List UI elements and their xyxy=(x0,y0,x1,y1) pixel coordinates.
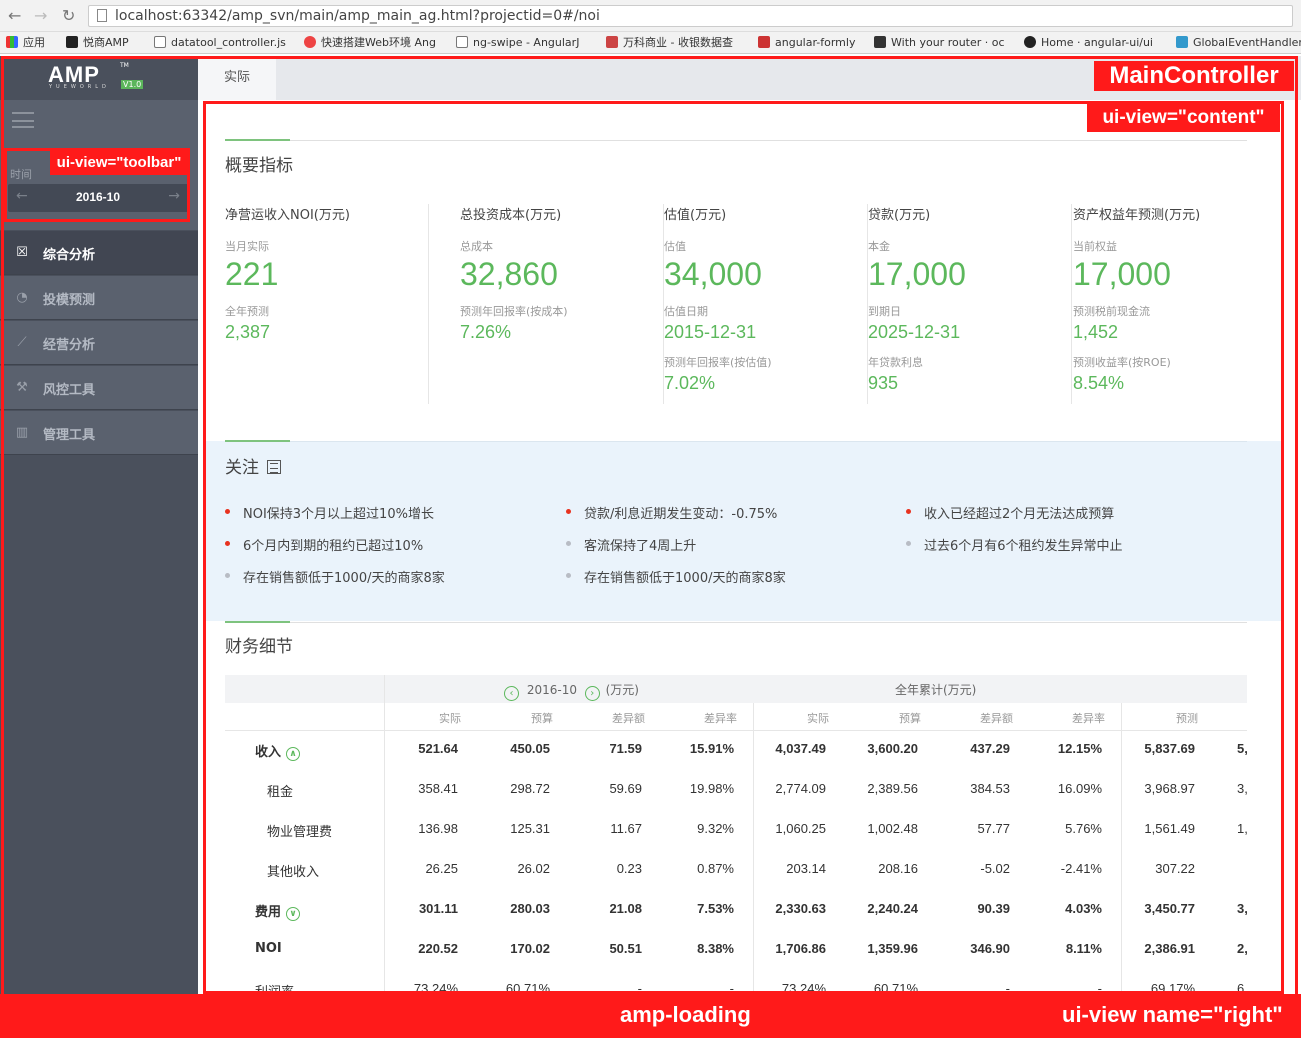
loading-bar: amp-loading ui-view name="right" xyxy=(0,994,1301,1038)
url-text: localhost:63342/amp_svn/main/amp_main_ag… xyxy=(115,8,600,24)
browser-toolbar: ← → ↻ localhost:63342/amp_svn/main/amp_m… xyxy=(0,0,1301,32)
page-icon xyxy=(97,9,107,22)
bookmark-apps[interactable]: 应用 xyxy=(6,35,45,51)
bookmark-amp[interactable]: 悦商AMP xyxy=(66,35,129,51)
bookmark-ng-swipe[interactable]: ng-swipe - AngularJ xyxy=(456,35,579,51)
content-view-outline xyxy=(203,101,1284,994)
bookmark-angular-ui[interactable]: Home · angular-ui/ui xyxy=(1024,35,1153,51)
back-icon[interactable]: ← xyxy=(8,6,21,26)
bookmark-formly[interactable]: angular-formly xyxy=(758,35,855,51)
mdn-icon xyxy=(1176,36,1188,48)
right-view-label: ui-view name="right" xyxy=(1062,1000,1283,1030)
bookmarks-bar: 应用 悦商AMP datatool_controller.js 快速搭建Web环… xyxy=(0,32,1301,54)
page-icon xyxy=(456,36,468,48)
bookmark-global-event[interactable]: GlobalEventHandler xyxy=(1176,35,1301,51)
forward-icon[interactable]: → xyxy=(34,6,47,26)
angular-icon xyxy=(874,36,886,48)
toolbar-view-label: ui-view="toolbar" xyxy=(50,151,188,175)
apps-icon xyxy=(6,36,18,48)
bookmark-datatool[interactable]: datatool_controller.js xyxy=(154,35,286,51)
address-bar[interactable]: localhost:63342/amp_svn/main/amp_main_ag… xyxy=(88,5,1293,27)
reload-icon[interactable]: ↻ xyxy=(62,6,75,26)
bookmark-router[interactable]: With your router · oc xyxy=(874,35,1005,51)
main-controller-label: MainController xyxy=(1094,61,1294,91)
loading-label: amp-loading xyxy=(620,1000,751,1030)
webstorm-icon xyxy=(66,36,78,48)
bookmark-web-env[interactable]: 快速搭建Web环境 Ang xyxy=(304,35,436,51)
page-icon xyxy=(154,36,166,48)
shield-icon xyxy=(758,36,770,48)
github-icon xyxy=(1024,36,1036,48)
content-view-label: ui-view="content" xyxy=(1087,104,1280,132)
site-icon xyxy=(304,36,316,48)
bookmark-vanke[interactable]: 万科商业 - 收银数据查 xyxy=(606,35,733,51)
play-icon xyxy=(606,36,618,48)
